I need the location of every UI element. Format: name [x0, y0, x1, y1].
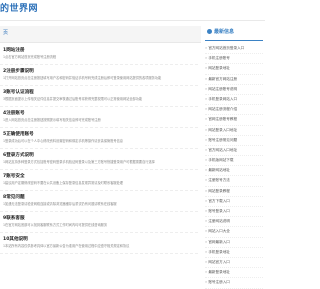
sidebar-link[interactable]: 官方网站首页登录入口: [205, 44, 263, 55]
sidebar-link[interactable]: 官方网站入口地址: [205, 146, 263, 157]
article-summary: 1在官方网站底部可以找到客服联系方式工作时间内均可提供在线咨询服务: [3, 223, 108, 227]
sidebar-link[interactable]: 网站注册流程介绍: [205, 105, 263, 116]
article-title[interactable]: 5正确使用账号: [3, 131, 195, 138]
article-item: 3账号认证流程 3根据页面提示上传相关证件信息并提交审核通过后账号将获得完整权限可…: [0, 86, 198, 107]
sidebar-link[interactable]: 官网最新入口: [205, 238, 263, 248]
sidebar-link[interactable]: 最新网站地址: [205, 166, 263, 177]
article-title[interactable]: 6登录方式说明: [3, 152, 195, 159]
site-header: 的世界网: [0, 0, 265, 18]
article-title[interactable]: 3账号认证流程: [3, 89, 195, 96]
sidebar-link[interactable]: 网站官方入口: [205, 258, 263, 269]
article-summary: 1网站支持多种登录方式包括账号密码登录手机验证码登录以及第三方账号快捷登录用户可…: [3, 160, 155, 164]
sidebar-link[interactable]: 网站注册账号说明: [205, 85, 263, 95]
article-item: 6登录方式说明 1网站支持多种登录方式包括账号密码登录手机验证码登录以及第三方账号…: [0, 149, 198, 170]
sidebar: 最新信息 官方网站首页登录入口手机注册账号网站登录地址最新官方网站注册网站注册账…: [205, 22, 263, 289]
article-summary: 1进入网站首页点击注册按钮按照提示填写相关信息即可完成账号注册: [3, 118, 101, 122]
sidebar-link[interactable]: 手机版网站下载: [205, 156, 263, 167]
sidebar-link[interactable]: 最新官方网站注册: [205, 75, 263, 85]
sidebar-link[interactable]: 账号注册入口: [205, 278, 263, 289]
article-item: 10其他说明 1本站所有内容仅供参考具体以官方最新公告为准用户在使用过程中应遵守相…: [0, 233, 198, 254]
sidebar-title: 最新信息: [214, 29, 235, 35]
sidebar-link[interactable]: 注册账号方法: [205, 176, 263, 187]
article-summary: 1打开网站首页点击注册按钮填写用户名和密码并验证手机号码完成注册后即可登录使用网…: [3, 76, 162, 80]
article-title[interactable]: 7账号安全: [3, 173, 195, 180]
sidebar-link[interactable]: 网站登录入口地址: [205, 126, 263, 136]
article-item: 5正确使用账号 1登录成功后可以在个人中心修改资料设置密码和绑定手机等操作请妥善保…: [0, 128, 198, 149]
article-list: 1网站注册 1点击官方网站首页完成账号注册流程 2注册步骤说明 1打开网站首页点击注册…: [0, 44, 198, 254]
article-title[interactable]: 2注册步骤说明: [3, 68, 195, 75]
article-title[interactable]: 8常见问题: [3, 194, 195, 201]
article-summary: 1建议用户定期修改密码不要在公共设备上保存登录信息发现异常请及时联系客服处理: [3, 181, 123, 185]
article-item: 8常见问题 1如遇无法登录请检查网络连接或清除浏览器缓存后重试仍有问题请联系在线客…: [0, 191, 198, 212]
sidebar-link[interactable]: 网站入口大全: [205, 227, 263, 238]
article-item: 4注册账号 1进入网站首页点击注册按钮按照提示填写相关信息即可完成账号注册: [0, 107, 198, 128]
sidebar-list: 官方网站首页登录入口手机注册账号网站登录地址最新官方网站注册网站注册账号说明手机…: [205, 44, 263, 289]
sidebar-link[interactable]: 账号注册常见问题: [205, 136, 263, 146]
article-item: 2注册步骤说明 1打开网站首页点击注册按钮填写用户名和密码并验证手机号码完成注册后…: [0, 65, 198, 86]
article-summary: 1如遇无法登录请检查网络连接或清除浏览器缓存后重试仍有问题请联系在线客服: [3, 202, 117, 206]
sidebar-link[interactable]: 手机登录网站入口: [205, 95, 263, 106]
article-summary: 1本站所有内容仅供参考具体以官方最新公告为准用户在使用过程中应遵守相关规定和协议: [3, 244, 130, 248]
header-divider: [0, 20, 265, 21]
site-logo[interactable]: 的世界网: [0, 1, 38, 14]
sidebar-link[interactable]: 网站登录地址: [205, 64, 263, 75]
sidebar-header: 最新信息: [205, 26, 263, 41]
article-title[interactable]: 10其他说明: [3, 236, 195, 243]
article-summary: 3根据页面提示上传相关证件信息并提交审核通过后账号将获得完整权限可以正常使用网站…: [3, 97, 143, 101]
sidebar-link[interactable]: 账号登录入口: [205, 207, 263, 218]
sidebar-link[interactable]: 官方下载入口: [205, 197, 263, 207]
article-title[interactable]: 4注册账号: [3, 110, 195, 117]
article-item: 7账号安全 1建议用户定期修改密码不要在公共设备上保存登录信息发现异常请及时联系客…: [0, 170, 198, 191]
sidebar-link[interactable]: 注册网站说明: [205, 217, 263, 228]
article-title[interactable]: 1网站注册: [3, 47, 195, 54]
article-title[interactable]: 9联系客服: [3, 215, 195, 222]
breadcrumb-current[interactable]: 页: [3, 29, 8, 36]
article-summary: 1登录成功后可以在个人中心修改资料设置密码和绑定手机等操作请妥善保管账号信息: [3, 139, 123, 143]
sidebar-link[interactable]: 最新登录地址: [205, 268, 263, 279]
sidebar-link[interactable]: 手机注册账号: [205, 54, 263, 65]
news-icon: [207, 29, 212, 34]
article-item: 1网站注册 1点击官方网站首页完成账号注册流程: [0, 44, 198, 65]
sidebar-link[interactable]: 网站登录教程: [205, 187, 263, 197]
main-content: 页 1网站注册 1点击官方网站首页完成账号注册流程 2注册步骤说明 1打开网站首页点击…: [0, 22, 201, 262]
breadcrumb: 页: [0, 26, 201, 43]
sidebar-link[interactable]: 官网注册账号教程: [205, 115, 263, 126]
article-summary: 1点击官方网站首页完成账号注册流程: [3, 55, 57, 59]
article-item: 9联系客服 1在官方网站底部可以找到客服联系方式工作时间内均可提供在线咨询服务: [0, 212, 198, 233]
sidebar-link[interactable]: 手机登录地址: [205, 248, 263, 258]
